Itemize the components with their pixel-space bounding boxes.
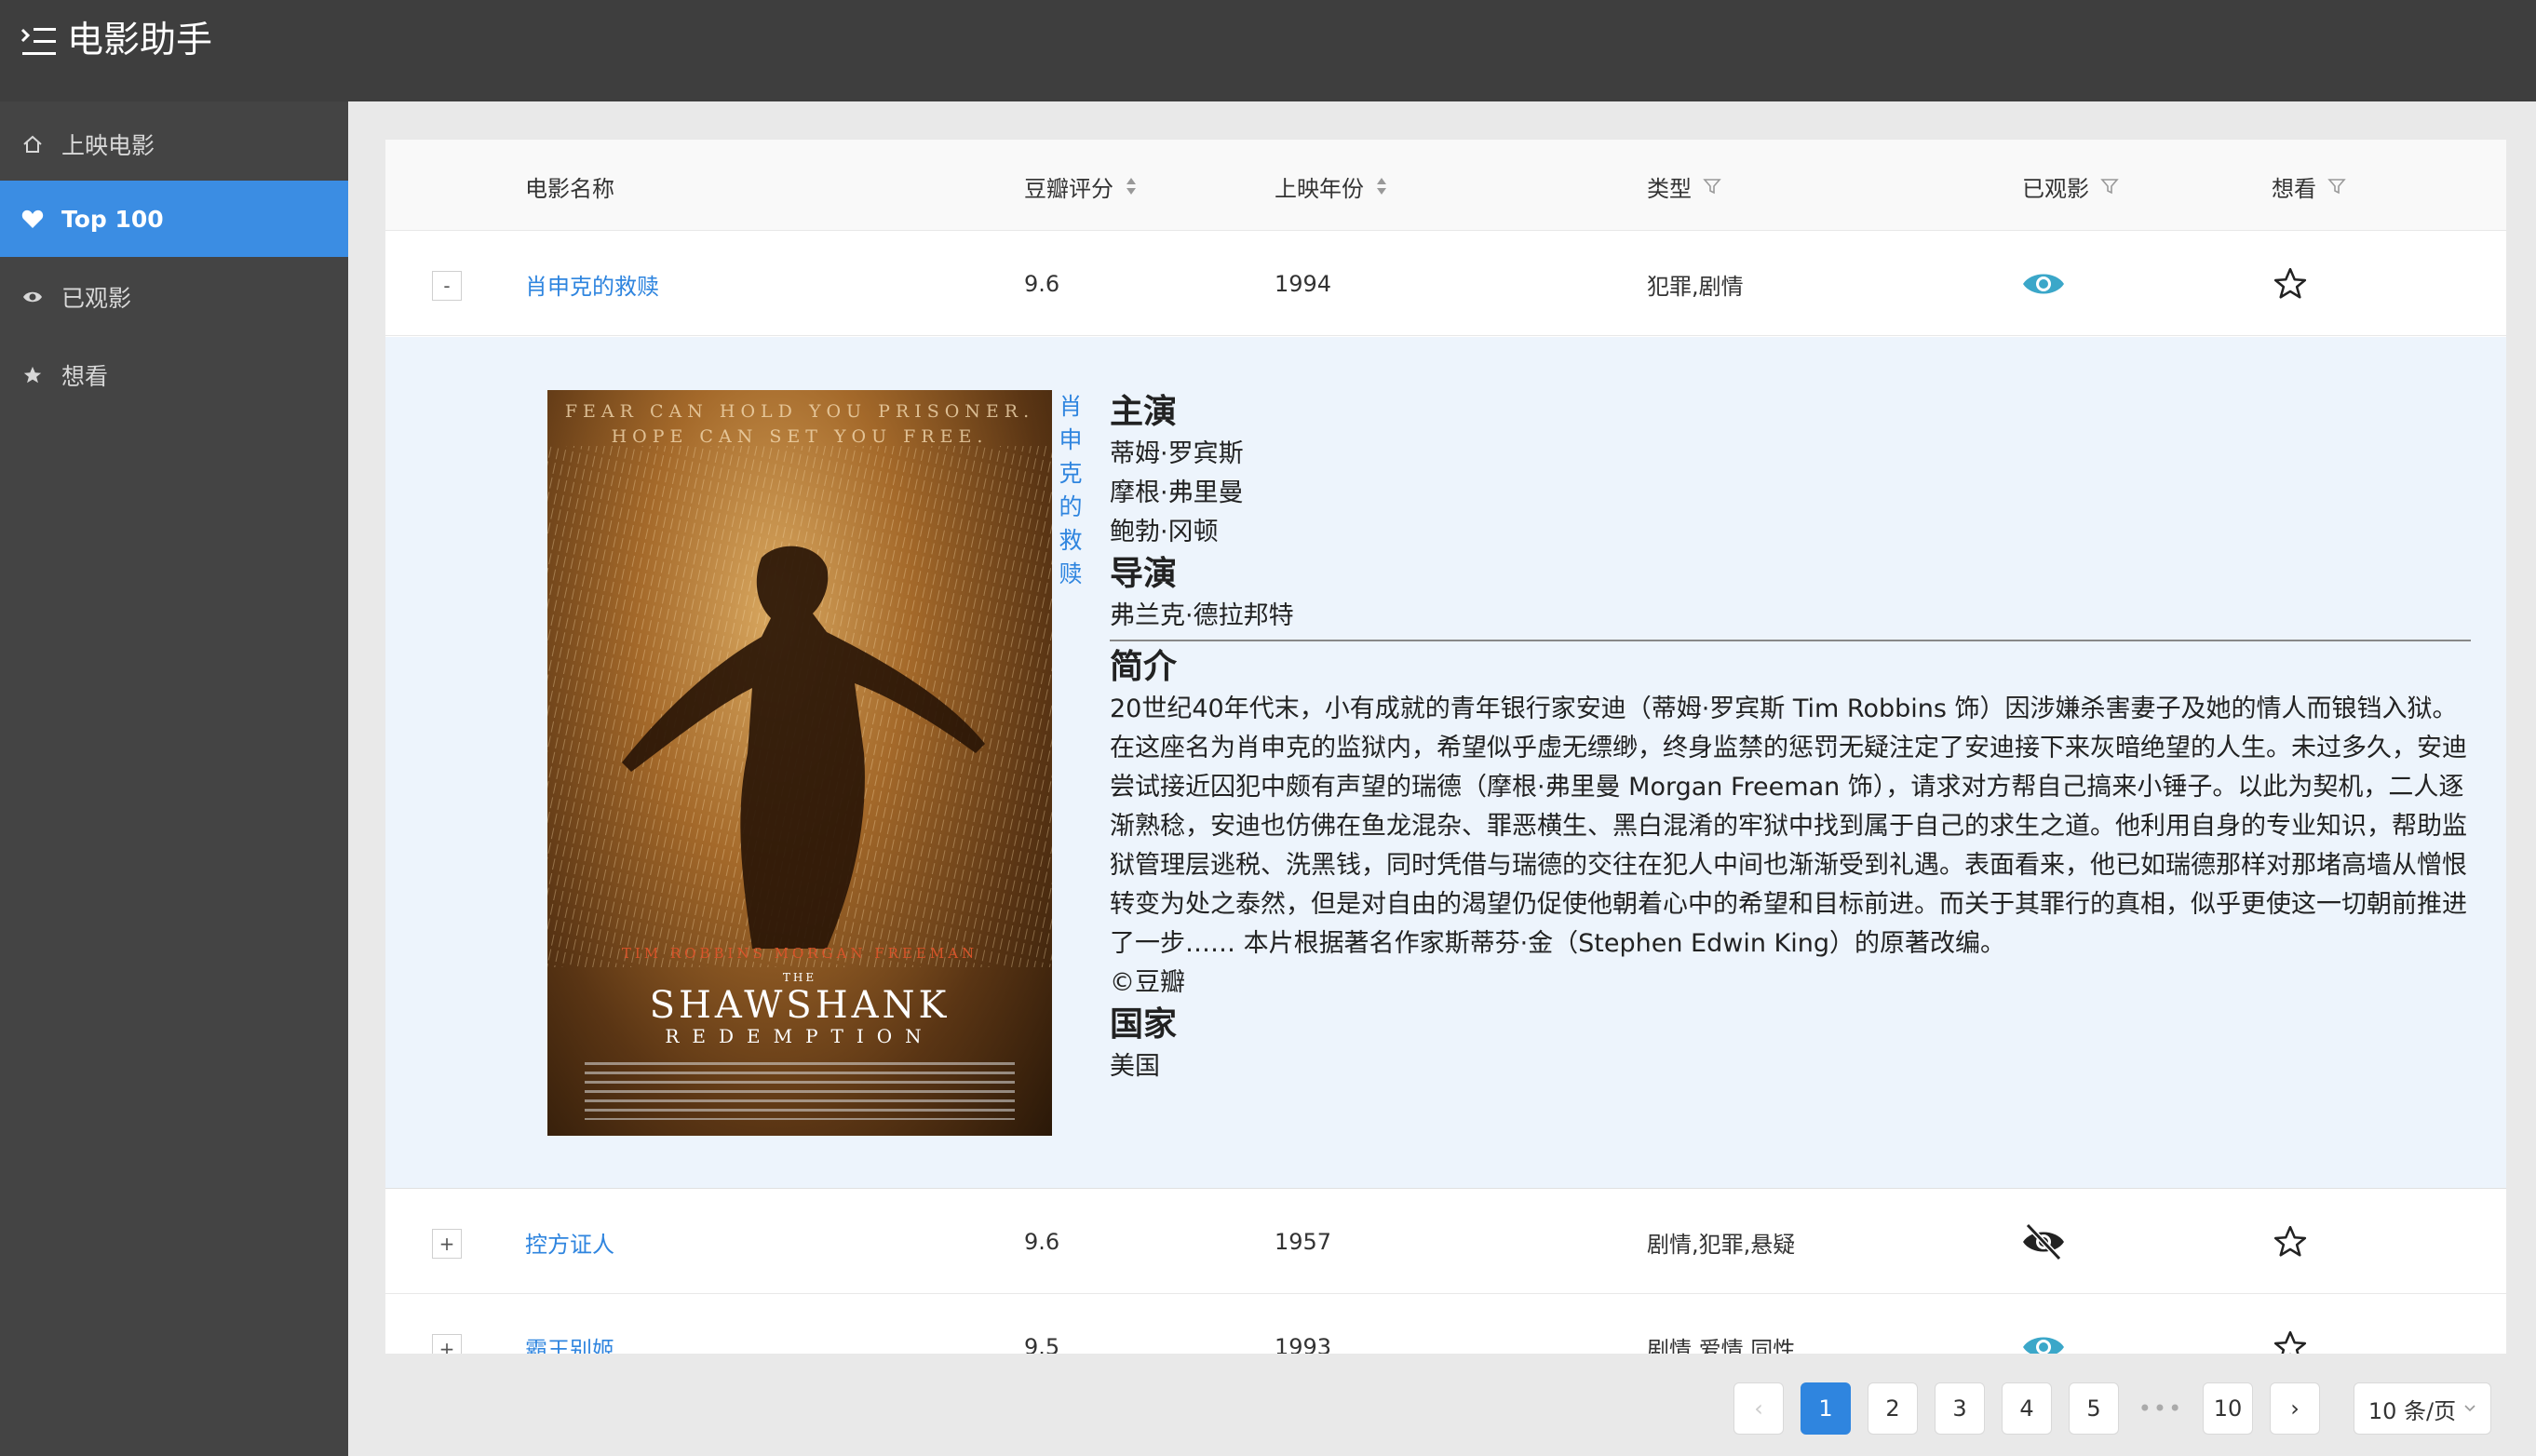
- poster-title: SHAWSHANK: [649, 984, 951, 1027]
- filter-icon[interactable]: [2100, 177, 2119, 195]
- genre-cell: 犯罪,剧情: [1647, 273, 1744, 300]
- next-page-button[interactable]: ›: [2270, 1382, 2320, 1435]
- watched-eye-icon[interactable]: [2022, 232, 2065, 336]
- year-cell: 1994: [1275, 271, 1332, 297]
- country-name: 美国: [1110, 1052, 1160, 1081]
- copyright-text: ©豆瓣: [1110, 968, 1185, 997]
- movie-title-link[interactable]: 霸王别姬: [525, 1295, 614, 1355]
- sidebar-item-top100[interactable]: Top 100: [0, 181, 348, 257]
- cast-member: 蒂姆·罗宾斯: [1110, 439, 1244, 468]
- heart-icon: [20, 207, 45, 231]
- sidebar-item-now-showing[interactable]: 上映电影: [0, 106, 348, 182]
- summary-heading: 简介: [1110, 648, 1178, 686]
- cast-member: 鲍勃·冈顿: [1110, 518, 1219, 546]
- column-header-watched: 已观影: [2022, 168, 2119, 205]
- rating-cell: 9.6: [1024, 271, 1060, 297]
- page-2-button[interactable]: 2: [1868, 1382, 1918, 1435]
- cast-heading: 主演: [1110, 393, 1178, 431]
- home-icon: [20, 132, 45, 156]
- page-4-button[interactable]: 4: [2002, 1382, 2052, 1435]
- poster-cast: TIM ROBBINS MORGAN FREEMAN: [621, 945, 978, 962]
- movie-detail-panel: FEAR CAN HOLD YOU PRISONER. HOPE CAN SET…: [385, 337, 2506, 1189]
- filter-icon[interactable]: [1703, 177, 1721, 195]
- genre-cell: 剧情,犯罪,悬疑: [1647, 1231, 1796, 1258]
- table-row: + 霸王别姬 9.5 1993 剧情,爱情,同性: [385, 1295, 2506, 1354]
- column-header-genre: 类型: [1647, 168, 1721, 205]
- poster-credits: [585, 1062, 1015, 1120]
- filter-icon[interactable]: [2327, 177, 2346, 195]
- cast-member: 摩根·弗里曼: [1110, 479, 1244, 507]
- app-title: 电影助手: [67, 20, 213, 61]
- collapse-row-button[interactable]: -: [432, 271, 462, 301]
- column-header-year[interactable]: 上映年份: [1275, 168, 1388, 205]
- poster-the: THE: [782, 971, 817, 984]
- vertical-movie-title[interactable]: 肖 申 克 的 救 赎: [1052, 390, 1089, 591]
- movie-table: 电影名称 豆瓣评分 上映年份 类型 已观影 想看 - 肖申克的救赎 9.6 19…: [385, 140, 2506, 1354]
- movie-title-link[interactable]: 控方证人: [525, 1190, 614, 1294]
- column-header-wish: 想看: [2272, 168, 2346, 205]
- sidebar-item-label: 想看: [61, 363, 109, 390]
- rating-cell: 9.6: [1024, 1229, 1060, 1255]
- movie-details: 主演 蒂姆·罗宾斯 摩根·弗里曼 鲍勃·冈顿 导演 弗兰克·德拉邦特 简介 20…: [1110, 390, 2471, 1086]
- column-header-name: 电影名称: [525, 175, 614, 202]
- pagination: ‹ 1 2 3 4 5 ••• 10 › 10 条/页: [0, 1382, 2536, 1435]
- year-cell: 1957: [1275, 1229, 1332, 1255]
- eye-icon: [20, 285, 45, 309]
- page-3-button[interactable]: 3: [1935, 1382, 1985, 1435]
- not-watched-eye-slash-icon[interactable]: [2022, 1190, 2065, 1294]
- sidebar-item-watched[interactable]: 已观影: [0, 259, 348, 335]
- table-row: + 控方证人 9.6 1957 剧情,犯罪,悬疑: [385, 1190, 2506, 1294]
- country-heading: 国家: [1110, 1005, 1178, 1044]
- summary-text: 20世纪40年代末，小有成就的青年银行家安迪（蒂姆·罗宾斯 Tim Robbin…: [1110, 694, 2467, 958]
- menu-fold-icon[interactable]: [20, 26, 58, 58]
- expand-row-button[interactable]: +: [432, 1334, 462, 1354]
- page-5-button[interactable]: 5: [2069, 1382, 2119, 1435]
- poster-figure: [547, 446, 1052, 967]
- sidebar: 上映电影 Top 100 已观影 想看: [0, 101, 348, 1456]
- table-row: - 肖申克的救赎 9.6 1994 犯罪,剧情: [385, 232, 2506, 336]
- star-icon: [20, 363, 45, 387]
- director-heading: 导演: [1110, 555, 1178, 593]
- director-name: 弗兰克·德拉邦特: [1110, 601, 1294, 630]
- divider: [1110, 640, 2471, 641]
- sidebar-item-label: Top 100: [61, 205, 164, 233]
- genre-cell: 剧情,爱情,同性: [1647, 1336, 1796, 1355]
- column-header-rating[interactable]: 豆瓣评分: [1024, 168, 1138, 205]
- sort-icon[interactable]: [1125, 176, 1138, 196]
- sidebar-item-label: 上映电影: [61, 132, 155, 159]
- app-header: 电影助手: [0, 0, 2536, 101]
- year-cell: 1993: [1275, 1334, 1332, 1354]
- wish-star-icon[interactable]: [2272, 1295, 2309, 1354]
- watched-eye-icon[interactable]: [2022, 1295, 2065, 1354]
- wish-star-icon[interactable]: [2272, 1190, 2309, 1294]
- sidebar-item-wishlist[interactable]: 想看: [0, 337, 348, 413]
- sort-icon[interactable]: [1375, 176, 1388, 196]
- page-10-button[interactable]: 10: [2203, 1382, 2253, 1435]
- table-header: 电影名称 豆瓣评分 上映年份 类型 已观影 想看: [385, 140, 2506, 231]
- more-pages-button[interactable]: •••: [2136, 1382, 2186, 1435]
- poster-subtitle: REDEMPTION: [665, 1025, 935, 1047]
- rating-cell: 9.5: [1024, 1334, 1060, 1354]
- page-size-select[interactable]: 10 条/页: [2354, 1382, 2491, 1435]
- movie-title-link[interactable]: 肖申克的救赎: [525, 232, 659, 336]
- sidebar-item-label: 已观影: [61, 285, 132, 312]
- page-1-button[interactable]: 1: [1801, 1382, 1851, 1435]
- poster-tagline: FEAR CAN HOLD YOU PRISONER.: [564, 401, 1035, 422]
- movie-poster: FEAR CAN HOLD YOU PRISONER. HOPE CAN SET…: [547, 390, 1052, 1136]
- expand-row-button[interactable]: +: [432, 1229, 462, 1259]
- wish-star-icon[interactable]: [2272, 232, 2309, 336]
- chevron-down-icon: [2463, 1404, 2476, 1413]
- prev-page-button[interactable]: ‹: [1733, 1382, 1784, 1435]
